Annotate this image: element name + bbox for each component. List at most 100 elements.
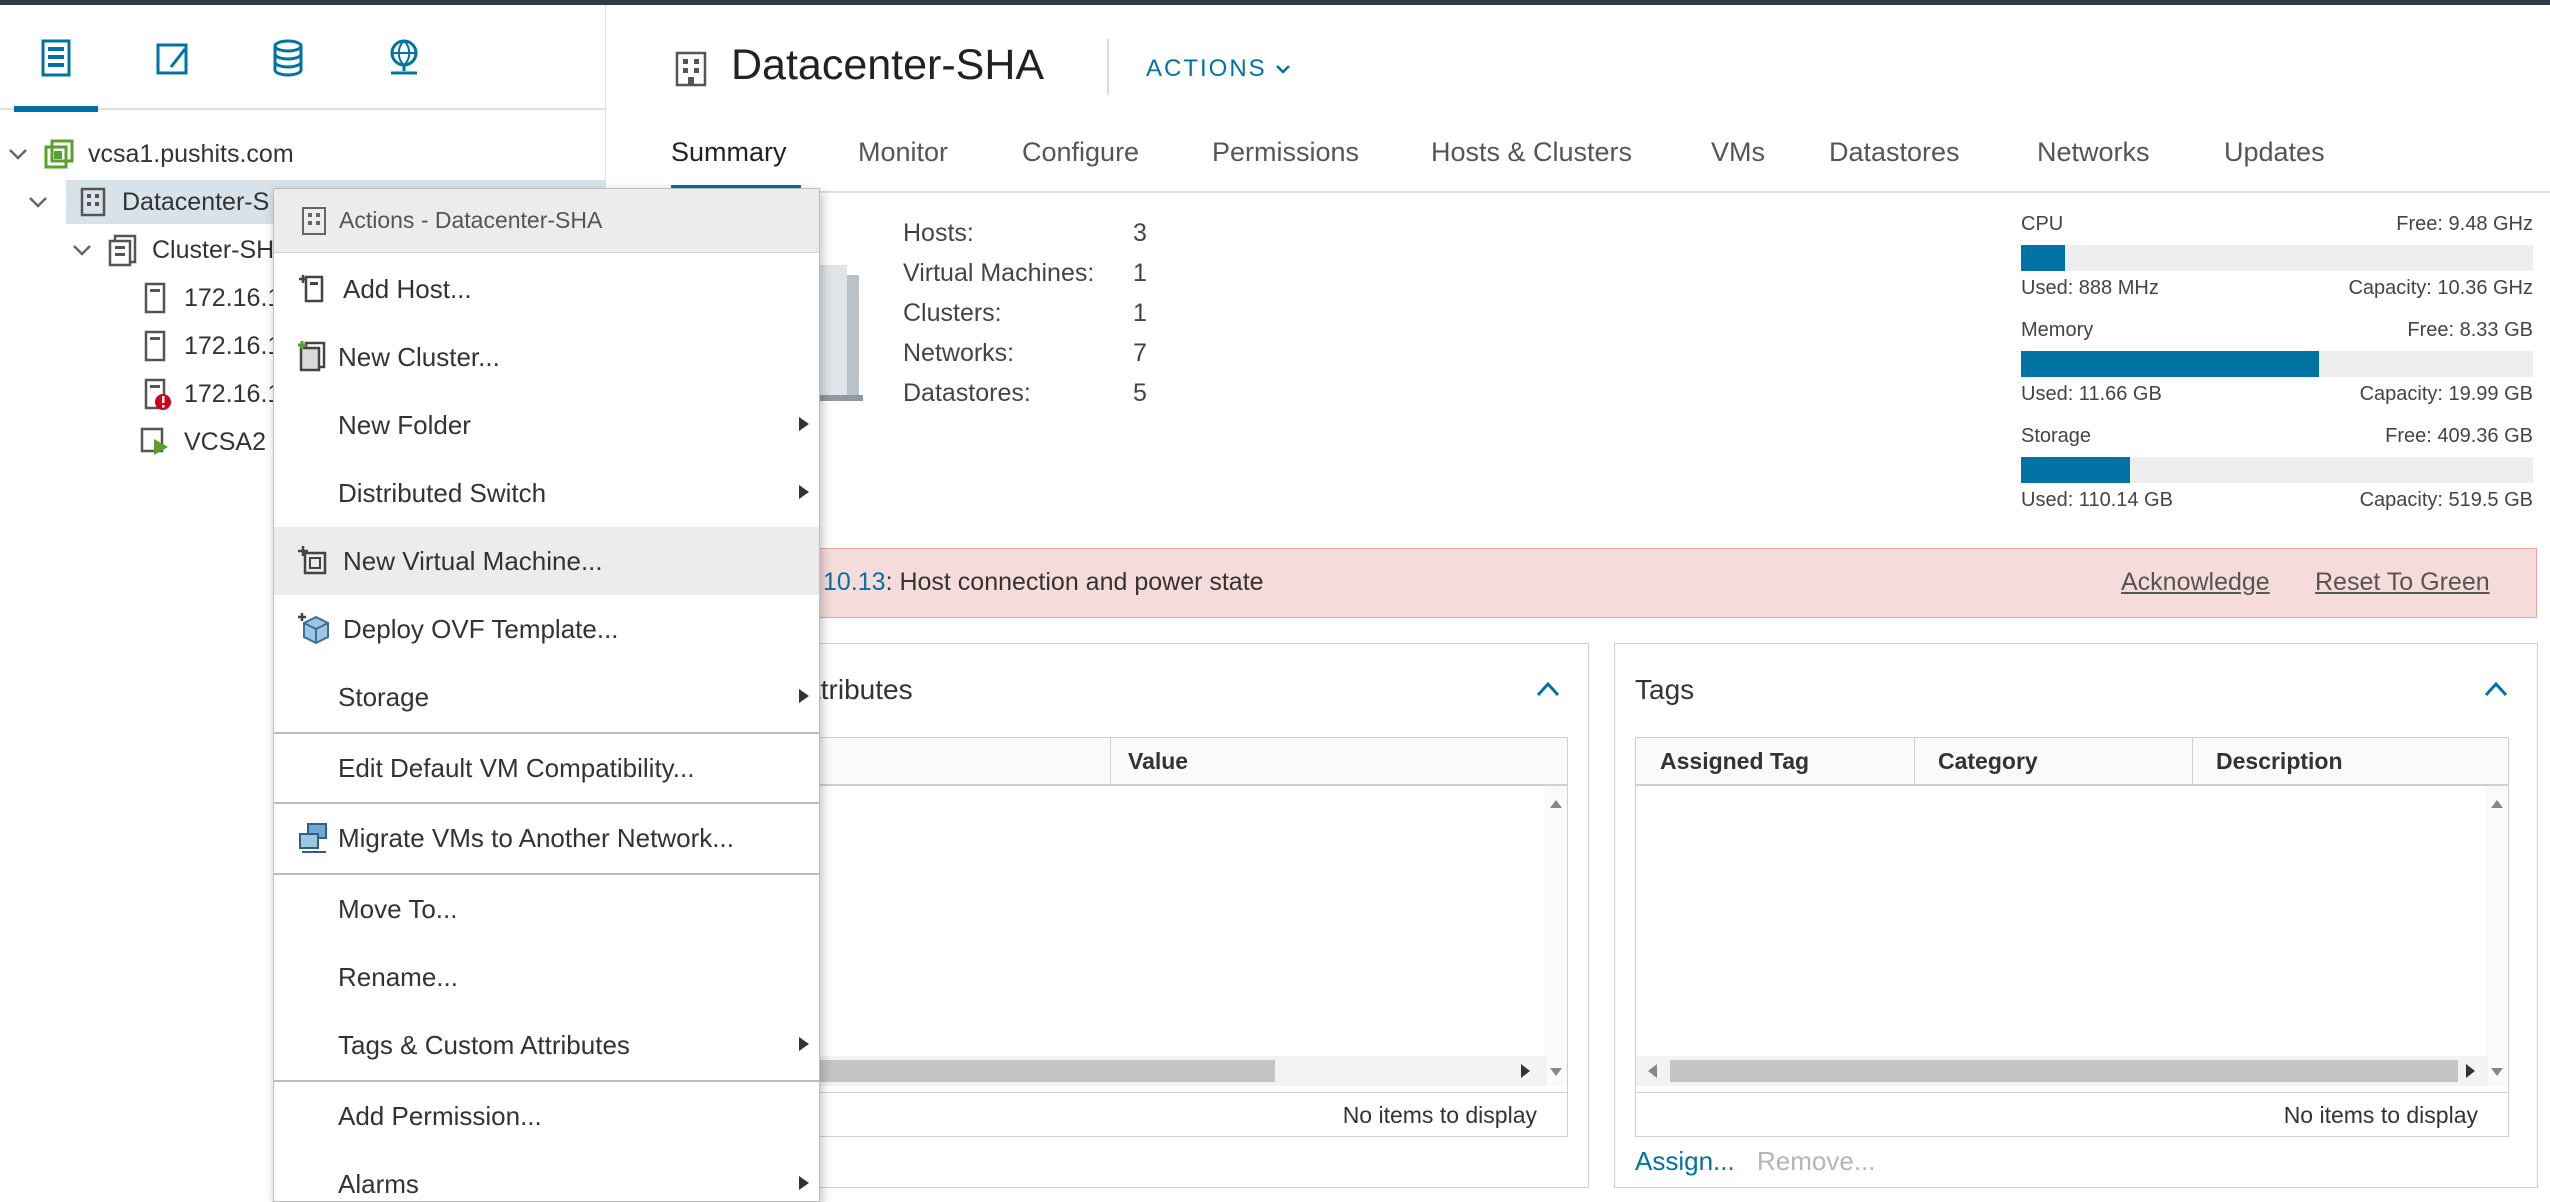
vm-powered-on-icon (138, 425, 172, 459)
cpu-capacity: Capacity: 10.36 GHz (2348, 277, 2533, 299)
stat-networks: Networks: 7 (903, 339, 1147, 367)
tree-node-host-3[interactable]: 172.16.1( (138, 372, 290, 416)
tab-summary[interactable]: Summary (671, 137, 787, 168)
networking-view-tab[interactable] (362, 5, 446, 110)
reset-to-green-link[interactable]: Reset To Green (2315, 568, 2490, 597)
assign-tag-link[interactable]: Assign... (1635, 1146, 1735, 1177)
hosts-clusters-icon (41, 39, 71, 76)
datacenter-icon (675, 51, 707, 87)
tab-monitor[interactable]: Monitor (858, 137, 948, 168)
tab-networks[interactable]: Networks (2037, 137, 2150, 168)
submenu-arrow-icon (799, 1176, 809, 1190)
alarm-host-link[interactable]: 10.13 (823, 568, 886, 596)
menu-item-tags-custom-attributes[interactable]: Tags & Custom Attributes (274, 1011, 819, 1079)
tags-grid: Assigned Tag Category Description No ite… (1635, 737, 2509, 1137)
menu-item-add-permission[interactable]: Add Permission... (274, 1082, 819, 1150)
memory-free: Free: 8.33 GB (2407, 319, 2533, 341)
cluster-icon (106, 233, 140, 267)
storage-icon (273, 39, 303, 76)
menu-item-rename[interactable]: Rename... (274, 943, 819, 1011)
datacenter-icon (76, 185, 110, 219)
memory-usage-bar (2021, 351, 2533, 377)
tree-node-vcenter[interactable]: vcsa1.pushits.com (6, 132, 606, 176)
scrollbar-thumb[interactable] (1670, 1060, 2458, 1082)
menu-item-new-folder[interactable]: New Folder (274, 391, 819, 459)
tab-vms[interactable]: VMs (1711, 137, 1765, 168)
remove-tag-link: Remove... (1757, 1146, 1876, 1176)
cpu-label: CPU (2021, 213, 2064, 235)
storage-used: Used: 110.14 GB (2021, 489, 2173, 511)
tab-datastores[interactable]: Datastores (1829, 137, 1960, 168)
column-description[interactable]: Description (2216, 748, 2343, 775)
tab-configure[interactable]: Configure (1022, 137, 1139, 168)
tree-node-host-2[interactable]: 172.16.1( (138, 324, 290, 368)
storage-view-tab[interactable] (246, 5, 330, 110)
menu-item-new-cluster[interactable]: New Cluster... (274, 323, 819, 391)
networking-icon (390, 39, 418, 74)
host-icon (138, 281, 172, 315)
chevron-down-icon[interactable] (26, 190, 50, 214)
menu-item-distributed-switch[interactable]: Distributed Switch (274, 459, 819, 527)
menu-item-new-virtual-machine[interactable]: New Virtual Machine... (274, 527, 819, 595)
cpu-free: Free: 9.48 GHz (2396, 213, 2533, 235)
tab-permissions[interactable]: Permissions (1212, 137, 1359, 168)
collapse-chevron-up-icon[interactable] (2483, 680, 2509, 698)
vms-templates-icon (156, 43, 188, 74)
datacenter-icon (302, 207, 326, 235)
cpu-usage-bar (2021, 245, 2533, 271)
chevron-down-icon[interactable] (6, 142, 30, 166)
tree-label-vm: VCSA2 (184, 427, 266, 456)
object-tabs: Summary Monitor Configure Permissions Ho… (607, 117, 2550, 193)
vertical-scrollbar[interactable] (1545, 786, 1567, 1086)
vertical-scrollbar[interactable] (2486, 786, 2508, 1086)
storage-label: Storage (2021, 425, 2092, 447)
collapse-chevron-up-icon[interactable] (1535, 680, 1561, 698)
storage-usage-bar (2021, 457, 2533, 483)
submenu-arrow-icon (799, 417, 809, 431)
column-category[interactable]: Category (1938, 748, 2038, 775)
chevron-down-icon[interactable] (70, 238, 94, 262)
tree-label-datacenter: Datacenter-S (122, 187, 270, 216)
memory-capacity: Capacity: 19.99 GB (2359, 383, 2533, 405)
navigator-tabs (0, 5, 606, 112)
tab-hosts-clusters[interactable]: Hosts & Clusters (1431, 137, 1632, 168)
card-title: ttributes (813, 674, 913, 705)
menu-item-storage[interactable]: Storage (274, 663, 819, 731)
actions-context-menu: Actions - Datacenter-SHA Add Host... New… (273, 188, 820, 1202)
memory-label: Memory (2021, 319, 2094, 341)
vms-templates-view-tab[interactable] (130, 5, 214, 110)
tree-label-cluster: Cluster-SH (152, 235, 275, 264)
storage-free: Free: 409.36 GB (2385, 425, 2533, 447)
resource-cpu: CPU Free: 9.48 GHz Used: 888 MHz Capacity:… (2021, 213, 2533, 303)
stat-datastores: Datastores: 5 (903, 379, 1147, 407)
acknowledge-link[interactable]: Acknowledge (2121, 568, 2270, 597)
hosts-clusters-view-tab[interactable] (14, 5, 98, 112)
tree-node-vm[interactable]: VCSA2 (138, 420, 266, 464)
column-assigned-tag[interactable]: Assigned Tag (1660, 748, 1809, 775)
menu-item-add-host[interactable]: Add Host... (274, 255, 819, 323)
menu-item-deploy-ovf[interactable]: Deploy OVF Template... (274, 595, 819, 663)
column-value[interactable]: Value (1128, 748, 1188, 775)
horizontal-scrollbar[interactable] (1636, 1056, 2488, 1086)
main-content: Datacenter-SHA ACTIONS Summary Monitor C… (606, 5, 2550, 1202)
no-items-text: No items to display (2283, 1102, 2478, 1128)
no-items-text: No items to display (1342, 1102, 1537, 1128)
tree-label-vcenter: vcsa1.pushits.com (88, 139, 294, 168)
menu-item-migrate-vms-network[interactable]: Migrate VMs to Another Network... (274, 804, 819, 872)
submenu-arrow-icon (799, 689, 809, 703)
actions-label: ACTIONS (1146, 55, 1267, 82)
tree-node-host-1[interactable]: 172.16.1( (138, 276, 290, 320)
submenu-arrow-icon (799, 485, 809, 499)
menu-item-move-to[interactable]: Move To... (274, 875, 819, 943)
actions-menu-button[interactable]: ACTIONS (1146, 55, 1291, 83)
grid-header: Assigned Tag Category Description (1636, 738, 2508, 786)
stat-vms: Virtual Machines: 1 (903, 259, 1147, 287)
tree-node-cluster[interactable]: Cluster-SH (70, 228, 274, 272)
stat-hosts: Hosts: 3 (903, 219, 1147, 247)
card-title: Tags (1635, 674, 1695, 705)
tab-updates[interactable]: Updates (2224, 137, 2325, 168)
host-icon (138, 329, 172, 363)
menu-item-alarms[interactable]: Alarms (274, 1150, 819, 1202)
grid-footer: No items to display (1636, 1092, 2508, 1136)
menu-item-edit-vm-compatibility[interactable]: Edit Default VM Compatibility... (274, 734, 819, 802)
